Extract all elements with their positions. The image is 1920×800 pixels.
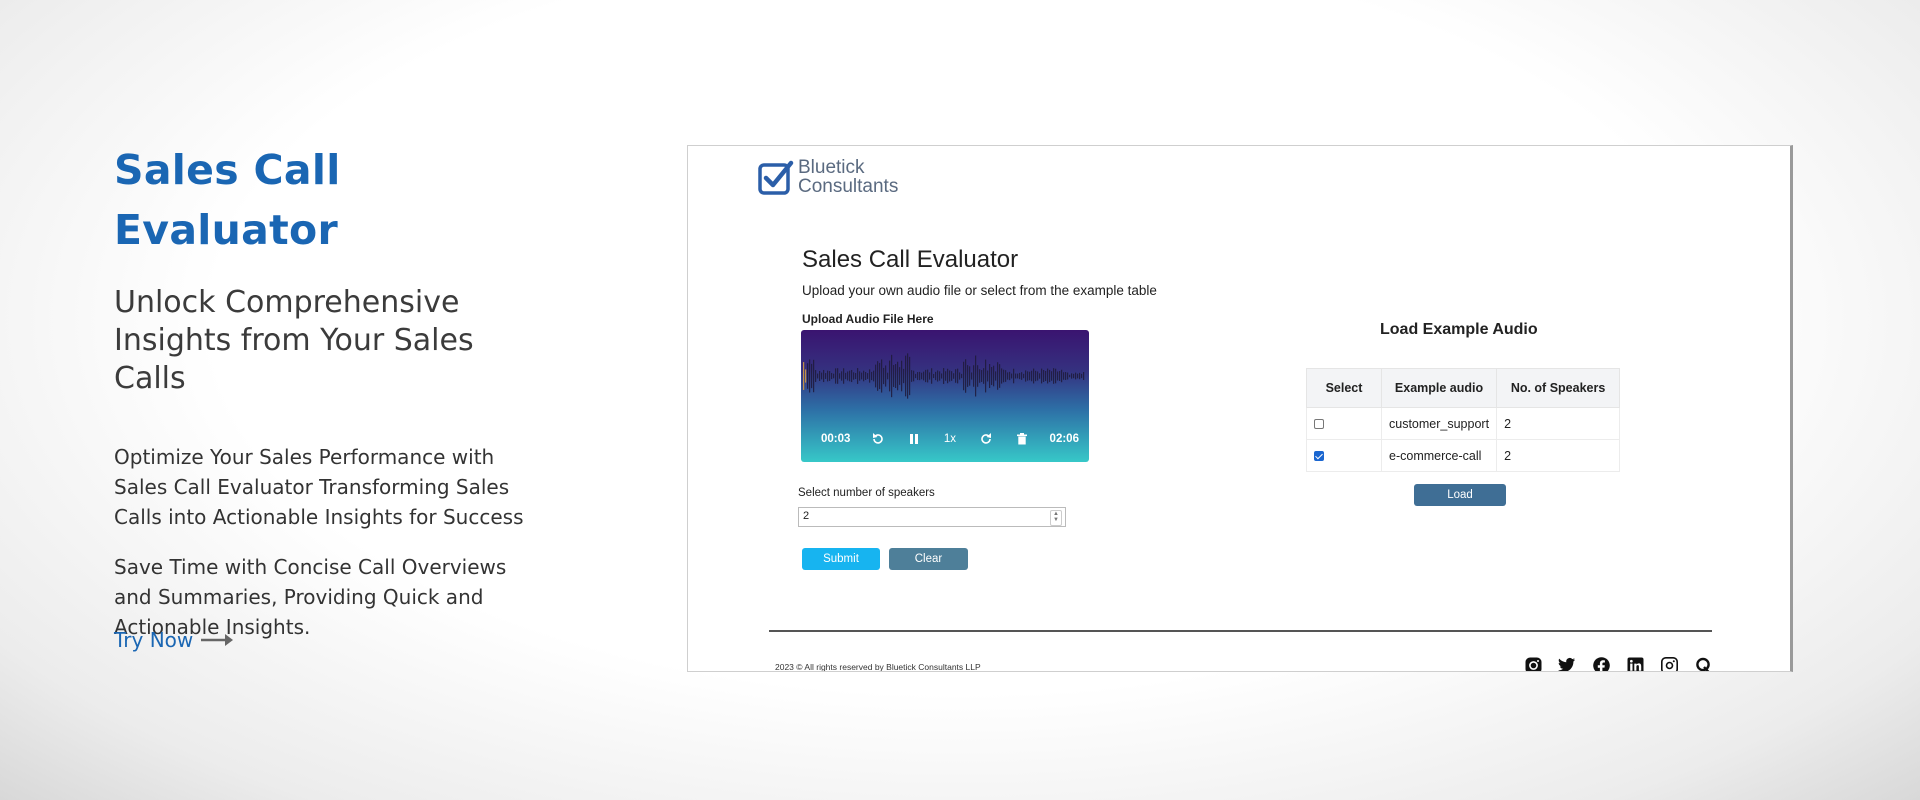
linkedin-icon[interactable]	[1626, 656, 1644, 671]
quora-icon[interactable]	[1694, 656, 1712, 671]
upload-label: Upload Audio File Here	[802, 312, 934, 326]
twitter-icon[interactable]	[1558, 656, 1576, 671]
threads-icon[interactable]	[1660, 656, 1678, 671]
hero-title: Sales Call Evaluator	[114, 146, 341, 254]
current-time: 00:03	[821, 433, 851, 445]
speakers-number-input[interactable]: 2 ▲ ▼	[798, 507, 1066, 527]
column-header: Select	[1306, 368, 1382, 408]
column-header: No. of Speakers	[1496, 368, 1621, 408]
load-button[interactable]: Load	[1414, 484, 1506, 506]
examples-table: Select Example audio No. of Speakers cus…	[1306, 368, 1621, 472]
submit-button[interactable]: Submit	[802, 548, 880, 570]
table-row[interactable]: customer_support 2	[1306, 407, 1621, 440]
copyright-text: 2023 © All rights reserved by Bluetick C…	[775, 662, 981, 672]
footer-divider	[769, 630, 1712, 632]
examples-title: Load Example Audio	[1380, 321, 1538, 338]
number-spinner[interactable]: ▲ ▼	[1050, 510, 1062, 526]
instagram-icon[interactable]	[1524, 656, 1542, 671]
app-subtitle: Upload your own audio file or select fro…	[802, 283, 1157, 298]
speakers-count: 2	[1496, 407, 1621, 440]
player-controls: 00:03 1x 02:06	[801, 430, 1089, 448]
app-title: Sales Call Evaluator	[802, 246, 1019, 273]
app-preview-frame: Bluetick Consultants Sales Call Evaluato…	[687, 145, 1793, 672]
audio-player[interactable]: 00:03 1x 02:06	[801, 330, 1089, 462]
try-now-link[interactable]: Try Now	[114, 628, 234, 652]
row-select-checkbox[interactable]	[1314, 419, 1324, 430]
pause-icon[interactable]	[905, 430, 923, 448]
playback-speed[interactable]: 1x	[941, 430, 959, 448]
social-links	[1524, 656, 1712, 671]
hero-paragraph-1: Optimize Your Sales Performance with Sal…	[114, 445, 524, 529]
hero-subtitle: Unlock Comprehensive Insights from Your …	[114, 285, 474, 396]
row-select-checkbox[interactable]	[1314, 451, 1324, 462]
table-row[interactable]: e-commerce-call 2	[1306, 439, 1621, 472]
example-audio-name: customer_support	[1380, 407, 1498, 440]
example-audio-name: e-commerce-call	[1380, 439, 1498, 472]
column-header: Example audio	[1380, 368, 1498, 408]
trash-icon[interactable]	[1013, 430, 1031, 448]
clear-button[interactable]: Clear	[889, 548, 968, 570]
speakers-count: 2	[1496, 439, 1621, 472]
speakers-label: Select number of speakers	[798, 487, 935, 499]
logo-text: Bluetick Consultants	[798, 157, 899, 197]
checkbox-logo-icon	[758, 160, 794, 195]
try-now-label: Try Now	[114, 628, 194, 652]
facebook-icon[interactable]	[1592, 656, 1610, 671]
duration: 02:06	[1049, 433, 1079, 445]
waveform[interactable]	[801, 346, 1089, 416]
hero-section: Sales Call Evaluator Unlock Comprehensiv…	[114, 140, 544, 642]
rewind-icon[interactable]	[869, 430, 887, 448]
company-logo: Bluetick Consultants	[758, 158, 898, 196]
arrow-right-icon	[201, 634, 234, 646]
forward-icon[interactable]	[977, 430, 995, 448]
